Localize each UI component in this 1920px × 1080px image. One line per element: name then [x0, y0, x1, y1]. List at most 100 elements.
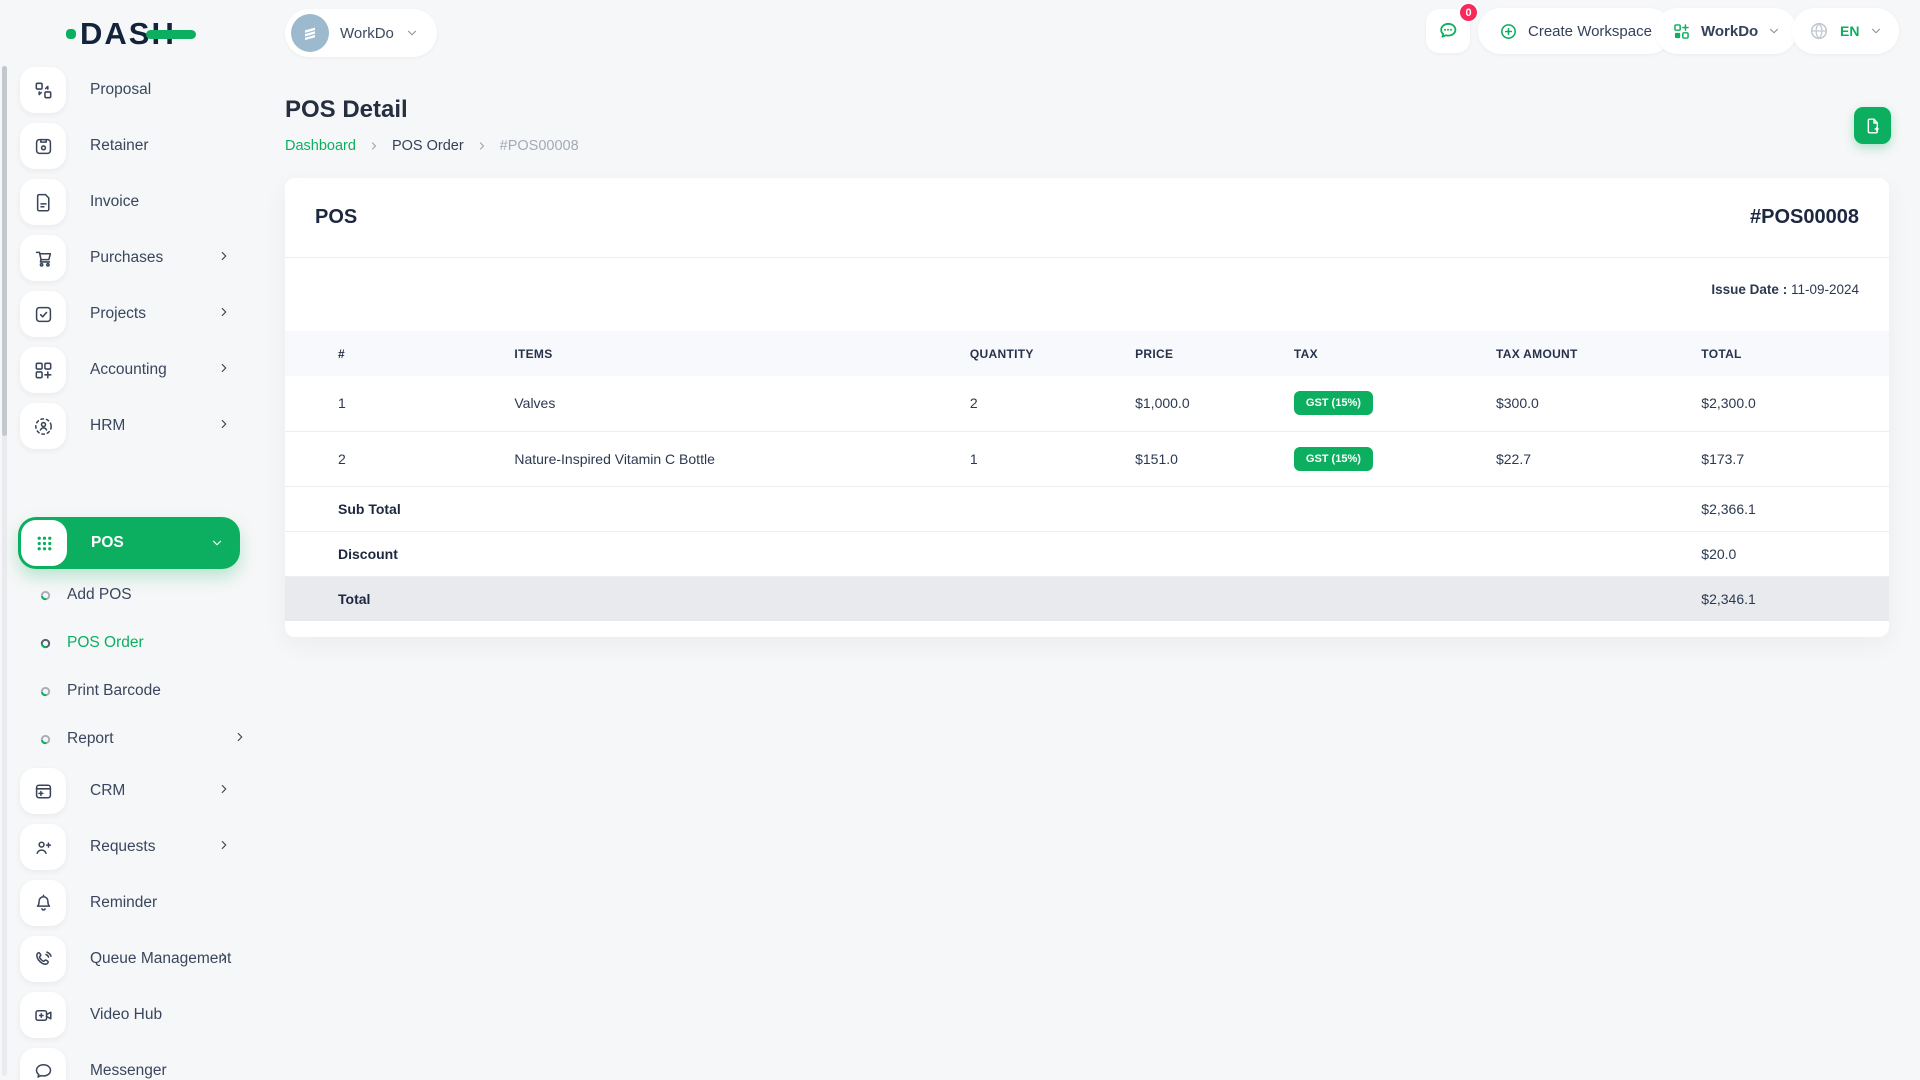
- table-header-row: # ITEMS QUANTITY PRICE TAX TAX AMOUNT TO…: [285, 331, 1889, 376]
- subtotal-row: Sub Total $2,366.1: [285, 486, 1889, 531]
- grid-plus-icon: [1674, 23, 1689, 39]
- chevron-right-icon: [217, 782, 231, 801]
- proposal-icon: [20, 67, 66, 113]
- table-row: 1 Valves 2 $1,000.0 GST (15%) $300.0 $2,…: [285, 376, 1889, 431]
- breadcrumb-dashboard-link[interactable]: Dashboard: [285, 138, 356, 154]
- sidebar-item-video-hub[interactable]: Video Hub: [20, 992, 246, 1038]
- sidebar-item-purchases[interactable]: Purchases: [20, 235, 246, 281]
- phone-call-icon: [20, 936, 66, 982]
- discount-row: Discount $20.0: [285, 531, 1889, 576]
- globe-icon: [1810, 22, 1828, 40]
- total-value: $2,346.1: [1701, 590, 1756, 607]
- sidebar-subitem-report[interactable]: Report: [40, 719, 243, 759]
- workspace-selector[interactable]: WorkDo: [285, 9, 437, 57]
- sidebar: Proposal Retainer Invoice Purchases Proj…: [0, 62, 260, 1080]
- bullet-icon: [40, 734, 51, 744]
- row-total: $173.7: [1701, 450, 1745, 467]
- card-title: POS: [315, 206, 358, 228]
- sidebar-item-proposal[interactable]: Proposal: [20, 67, 246, 113]
- message-icon: [20, 1048, 66, 1080]
- col-tax: TAX: [1293, 346, 1318, 361]
- bullet-icon: [40, 686, 51, 696]
- chevron-right-icon: [233, 730, 247, 749]
- sidebar-subitem-add-pos[interactable]: Add POS: [40, 575, 240, 615]
- row-total: $2,300.0: [1701, 395, 1756, 412]
- sidebar-subitem-pos-order[interactable]: POS Order: [40, 623, 240, 663]
- sidebar-item-pos[interactable]: POS: [18, 517, 240, 569]
- projects-icon: [20, 291, 66, 337]
- messages-button[interactable]: 0: [1426, 2, 1479, 53]
- subtotal-value: $2,366.1: [1701, 500, 1756, 517]
- user-plus-icon: [20, 824, 66, 870]
- workspace-dropdown[interactable]: WorkDo: [1655, 8, 1798, 54]
- invoice-icon: [20, 179, 66, 225]
- subtotal-label: Sub Total: [338, 500, 401, 517]
- chevron-right-icon: [217, 417, 231, 436]
- breadcrumb-pos-order[interactable]: POS Order: [392, 138, 464, 154]
- row-price: $1,000.0: [1135, 395, 1190, 412]
- sidebar-item-reminder[interactable]: Reminder: [20, 880, 246, 926]
- chevron-right-icon: [217, 305, 231, 324]
- chat-bubble-icon: [1440, 22, 1457, 38]
- create-workspace-button[interactable]: Create Workspace: [1478, 8, 1672, 54]
- workspace-avatar: [291, 14, 329, 52]
- breadcrumb-current: #POS00008: [499, 138, 579, 154]
- sidebar-subitem-print-barcode[interactable]: Print Barcode: [40, 671, 240, 711]
- col-index: #: [338, 346, 345, 361]
- discount-label: Discount: [338, 545, 398, 562]
- file-action-button[interactable]: [1854, 107, 1891, 144]
- sidebar-item-crm[interactable]: CRM: [20, 768, 246, 814]
- language-code: EN: [1840, 23, 1860, 39]
- col-price: PRICE: [1135, 346, 1174, 361]
- bullet-icon: [40, 590, 51, 600]
- row-quantity: 2: [969, 395, 978, 412]
- sidebar-item-projects[interactable]: Projects: [20, 291, 246, 337]
- table-row: 2 Nature-Inspired Vitamin C Bottle 1 $15…: [285, 431, 1889, 486]
- col-items: ITEMS: [514, 346, 553, 361]
- col-quantity: QUANTITY: [969, 346, 1034, 361]
- file-plus-icon: [1867, 117, 1879, 134]
- sidebar-item-messenger[interactable]: Messenger: [20, 1048, 246, 1080]
- discount-value: $20.0: [1701, 545, 1737, 562]
- page-title: POS Detail: [285, 96, 408, 123]
- issue-date-label: Issue Date :: [1711, 282, 1788, 297]
- crm-icon: [20, 768, 66, 814]
- messages-count-badge: 0: [1458, 2, 1479, 23]
- tax-badge: GST (15%): [1293, 446, 1373, 471]
- workspace-name: WorkDo: [340, 24, 394, 42]
- language-selector[interactable]: EN: [1792, 8, 1900, 54]
- issue-date-value: 11-09-2024: [1787, 282, 1859, 297]
- logo-accent-dot: [66, 29, 76, 39]
- chevron-right-icon: [217, 361, 231, 380]
- row-item: Nature-Inspired Vitamin C Bottle: [514, 450, 715, 467]
- accounting-icon: [20, 347, 66, 393]
- total-row: Total $2,346.1: [285, 576, 1889, 621]
- chevron-right-icon: [217, 249, 231, 268]
- sidebar-item-retainer[interactable]: Retainer: [20, 123, 246, 169]
- pos-items-table: # ITEMS QUANTITY PRICE TAX TAX AMOUNT TO…: [285, 331, 1889, 621]
- bell-icon: [20, 880, 66, 926]
- chevron-right-icon: [371, 142, 376, 150]
- bullet-icon: [40, 638, 51, 648]
- sidebar-item-accounting[interactable]: Accounting: [20, 347, 246, 393]
- chevron-down-icon: [212, 540, 222, 546]
- issue-date-row: Issue Date : 11-09-2024: [285, 258, 1889, 297]
- row-quantity: 1: [969, 450, 978, 467]
- chevron-down-icon: [1770, 28, 1779, 34]
- chevron-right-icon: [479, 142, 484, 150]
- hrm-icon: [20, 403, 66, 449]
- purchases-icon: [20, 235, 66, 281]
- sidebar-item-queue-management[interactable]: Queue Management: [20, 936, 246, 982]
- plus-circle-icon: [1501, 23, 1516, 39]
- create-workspace-label: Create Workspace: [1528, 22, 1652, 40]
- app-root: DASH WorkDo 0 Create Workspace WorkDo EN…: [0, 0, 1920, 1080]
- col-tax-amount: TAX AMOUNT: [1495, 346, 1578, 361]
- pos-grid-icon: [21, 520, 67, 566]
- sidebar-scrollbar-thumb[interactable]: [2, 66, 7, 436]
- row-item: Valves: [514, 395, 556, 412]
- sidebar-item-hrm[interactable]: HRM: [20, 403, 246, 449]
- row-index: 2: [338, 450, 346, 467]
- sidebar-item-requests[interactable]: Requests: [20, 824, 246, 870]
- sidebar-item-invoice[interactable]: Invoice: [20, 179, 246, 225]
- chevron-right-icon: [217, 950, 231, 969]
